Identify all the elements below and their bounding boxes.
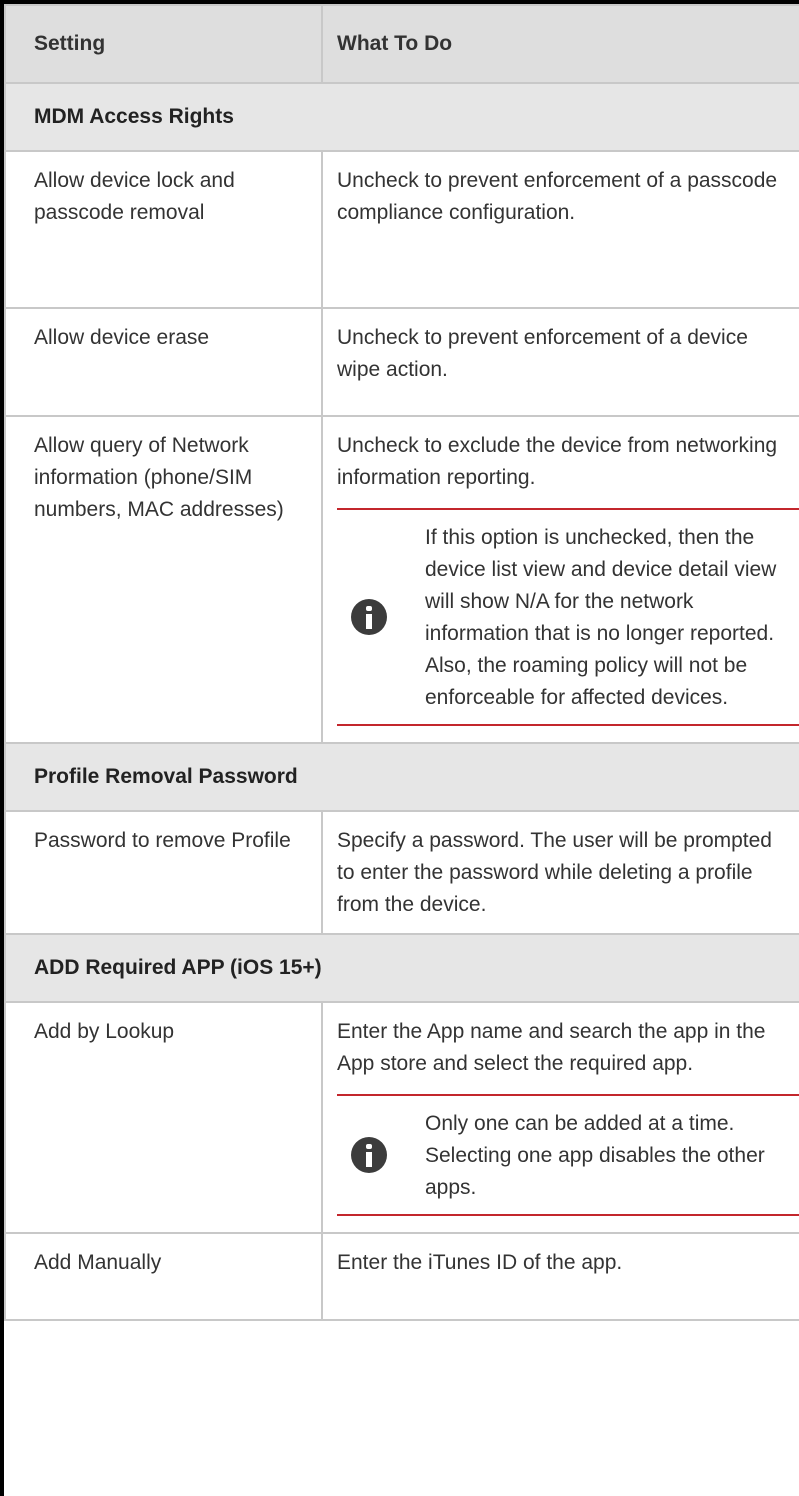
section-row: ADD Required APP (iOS 15+) (4, 933, 799, 1003)
action-cell: Uncheck to prevent enforcement of a pass… (321, 150, 799, 309)
table-row: Add by Lookup Enter the App name and sea… (4, 1001, 799, 1234)
table-row: Allow device lock and passcode removal U… (4, 150, 799, 309)
table-row: Allow device erase Uncheck to prevent en… (4, 307, 799, 417)
setting-cell: Allow query of Network information (phon… (4, 415, 323, 744)
table-row: Password to remove Profile Specify a pas… (4, 810, 799, 935)
table-row: Add Manually Enter the iTunes ID of the … (4, 1232, 799, 1321)
section-row: MDM Access Rights (4, 82, 799, 152)
table-header-row: Setting What To Do (4, 4, 799, 84)
note-text: Only one can be added at a time. Selecti… (425, 1112, 765, 1199)
action-text: Enter the App name and search the app in… (337, 1020, 766, 1075)
setting-cell: Add Manually (4, 1232, 323, 1321)
document-frame: Setting What To Do MDM Access Rights All… (0, 0, 799, 1496)
action-cell: Enter the iTunes ID of the app. (321, 1232, 799, 1321)
action-text: Uncheck to prevent enforcement of a devi… (337, 326, 748, 381)
column-header-what-to-do: What To Do (321, 4, 799, 84)
action-cell: Uncheck to prevent enforcement of a devi… (321, 307, 799, 417)
action-cell: Specify a password. The user will be pro… (321, 810, 799, 935)
section-row: Profile Removal Password (4, 742, 799, 812)
section-title: MDM Access Rights (4, 82, 799, 152)
table-row: Allow query of Network information (phon… (4, 415, 799, 744)
setting-cell: Allow device lock and passcode removal (4, 150, 323, 309)
setting-cell: Password to remove Profile (4, 810, 323, 935)
section-title: Profile Removal Password (4, 742, 799, 812)
action-text: Uncheck to prevent enforcement of a pass… (337, 169, 778, 224)
info-icon (351, 1137, 387, 1173)
setting-cell: Add by Lookup (4, 1001, 323, 1234)
info-icon (351, 599, 387, 635)
info-note: If this option is unchecked, then the de… (337, 508, 799, 726)
note-text: If this option is unchecked, then the de… (425, 526, 777, 709)
action-cell: Enter the App name and search the app in… (321, 1001, 799, 1234)
action-text: Enter the iTunes ID of the app. (337, 1251, 623, 1274)
action-text: Specify a password. The user will be pro… (337, 829, 772, 916)
section-title: ADD Required APP (iOS 15+) (4, 933, 799, 1003)
action-cell: Uncheck to exclude the device from netwo… (321, 415, 799, 744)
settings-table: Setting What To Do MDM Access Rights All… (4, 4, 799, 1321)
column-header-setting: Setting (4, 4, 323, 84)
info-note: Only one can be added at a time. Selecti… (337, 1094, 799, 1216)
setting-cell: Allow device erase (4, 307, 323, 417)
action-text: Uncheck to exclude the device from netwo… (337, 434, 778, 489)
